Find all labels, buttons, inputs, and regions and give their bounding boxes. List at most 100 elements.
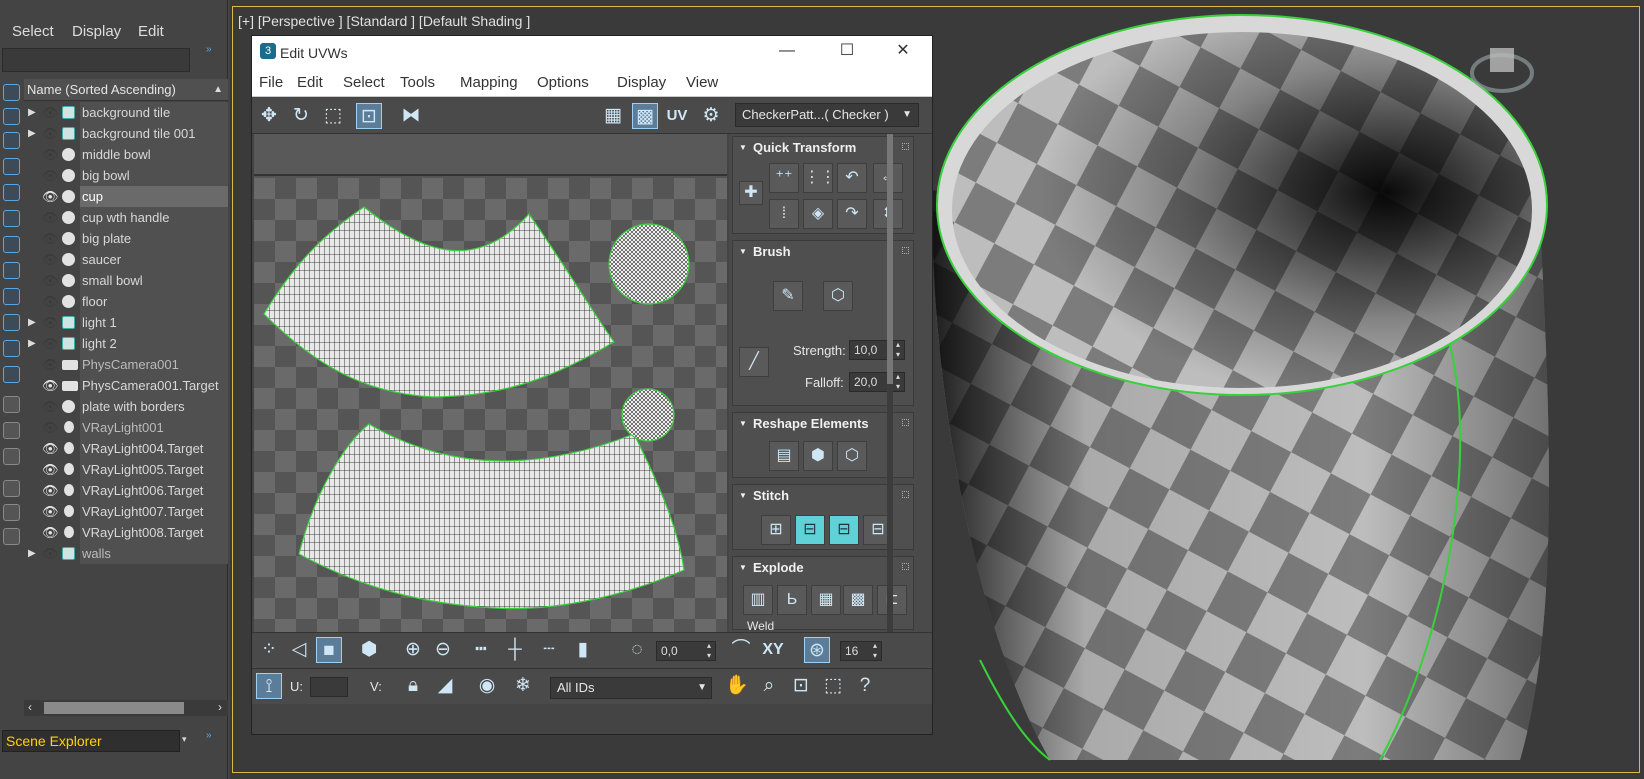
checker-display-icon[interactable]: ▦ — [600, 103, 626, 129]
falloff-distance-spinner[interactable]: 0,0 — [656, 641, 716, 661]
rollout-grip-icon[interactable] — [902, 491, 909, 498]
minimize-button[interactable]: — — [772, 40, 802, 62]
brush-line-icon[interactable]: ╱ — [739, 347, 769, 377]
visibility-eye-icon[interactable]: 👁︎ — [42, 438, 59, 459]
list-item[interactable]: 👁︎ PhysCamera001 — [24, 354, 228, 375]
pan-hand-icon[interactable]: ✋ — [724, 673, 750, 699]
relax-brush-icon[interactable]: ⬡ — [823, 281, 853, 311]
menu-edit[interactable]: Edit — [297, 74, 323, 91]
loop-grow-icon[interactable]: ┼ — [502, 637, 528, 663]
invert-display-icon[interactable] — [3, 448, 20, 465]
falloff-spinner[interactable]: 20,0 — [849, 372, 905, 392]
hide-icon[interactable]: ◢ — [432, 673, 458, 699]
uv-toggle-button[interactable]: UV — [664, 103, 690, 129]
funnel-icon[interactable] — [3, 504, 20, 521]
expand-arrow-icon[interactable]: ▶ — [28, 543, 36, 564]
element-select-icon[interactable]: ⬢ — [356, 637, 382, 663]
list-item[interactable]: 👁︎ PhysCamera001.Target — [24, 375, 228, 396]
menu-view[interactable]: View — [686, 74, 718, 91]
lights-filter-icon[interactable] — [3, 132, 20, 149]
close-button[interactable]: ✕ — [888, 40, 918, 62]
list-item[interactable]: 👁︎ VRayLight007.Target — [24, 501, 228, 522]
maximize-button[interactable]: ☐ — [832, 40, 862, 62]
list-item[interactable]: ▶ 👁︎ light 2 — [24, 333, 228, 354]
loop-shrink-icon[interactable]: ┄ — [536, 637, 562, 663]
menu-select[interactable]: Select — [343, 74, 385, 91]
visibility-eye-icon[interactable]: 👁︎ — [42, 312, 59, 333]
explorer-selector[interactable]: Scene Explorer — [2, 730, 180, 752]
strength-spinner[interactable]: 10,0 — [849, 340, 905, 360]
expand-arrow-icon[interactable]: ▶ — [28, 102, 36, 123]
lock-icon[interactable]: 🔒︎ — [400, 673, 426, 699]
visibility-eye-icon[interactable]: 👁︎ — [42, 417, 59, 438]
visibility-eye-icon[interactable]: 👁︎ — [42, 375, 59, 396]
paint-brush-icon[interactable]: ✎ — [773, 281, 803, 311]
menu-display[interactable]: Display — [72, 23, 121, 40]
shape-icon[interactable]: ⬡ — [837, 441, 867, 471]
horizontal-scrollbar[interactable]: ‹ › — [24, 700, 228, 716]
list-item[interactable]: 👁︎ big bowl — [24, 165, 228, 186]
visibility-eye-icon[interactable]: 👁︎ — [42, 207, 59, 228]
eye-icon[interactable]: ◉ — [474, 673, 500, 699]
break-icon[interactable]: ▥ — [743, 585, 773, 615]
scroll-right-icon[interactable]: › — [218, 700, 222, 714]
menu-select[interactable]: Select — [12, 23, 54, 40]
move-icon[interactable]: ✥ — [256, 103, 282, 129]
falloff-curve-icon[interactable]: ⌒ — [728, 637, 754, 663]
geometry-filter-icon[interactable] — [3, 84, 20, 101]
menu-file[interactable]: File — [259, 74, 283, 91]
scroll-left-icon[interactable]: ‹ — [28, 700, 32, 714]
visibility-eye-icon[interactable]: 👁︎ — [42, 102, 59, 123]
menu-mapping[interactable]: Mapping — [460, 74, 518, 91]
display-none-icon[interactable] — [3, 422, 20, 439]
visibility-eye-icon[interactable]: 👁︎ — [42, 396, 59, 417]
list-item[interactable]: 👁︎ VRayLight008.Target — [24, 522, 228, 543]
align-to-grid-icon[interactable]: ◈ — [803, 199, 833, 229]
list-item[interactable]: ▶ 👁︎ light 1 — [24, 312, 228, 333]
shrink-selection-icon[interactable]: ⊖ — [430, 637, 456, 663]
expand-arrow-icon[interactable]: ▶ — [28, 333, 36, 354]
visibility-eye-icon[interactable]: 👁︎ — [42, 123, 59, 144]
menu-options[interactable]: Options — [537, 74, 589, 91]
xrefs-filter-icon[interactable] — [3, 262, 20, 279]
filter-icon[interactable] — [3, 480, 20, 497]
scale-icon[interactable]: ⬚ — [320, 103, 346, 129]
list-item[interactable]: ▶ 👁︎ walls — [24, 543, 228, 564]
dropdown-arrow-icon[interactable]: ▾ — [182, 734, 187, 745]
list-item[interactable]: 👁︎ big plate — [24, 228, 228, 249]
list-item[interactable]: 👁︎ cup — [24, 186, 228, 207]
stitch-to-target-icon[interactable]: ⊟ — [795, 515, 825, 545]
help-icon[interactable]: ? — [852, 673, 878, 699]
rollout-scrollbar[interactable] — [887, 134, 893, 694]
visibility-eye-icon[interactable]: 👁︎ — [42, 333, 59, 354]
display-all-icon[interactable] — [3, 396, 20, 413]
explode-header[interactable]: Explode — [733, 557, 913, 579]
visibility-eye-icon[interactable]: 👁︎ — [42, 270, 59, 291]
space-vertical-icon[interactable]: ⋮⋮ — [803, 163, 836, 193]
expand-arrow-icon[interactable]: ▶ — [28, 312, 36, 333]
visibility-eye-icon[interactable]: 👁︎ — [42, 501, 59, 522]
list-item[interactable]: 👁︎ small bowl — [24, 270, 228, 291]
groups-filter-icon[interactable] — [3, 236, 20, 253]
layer-icon[interactable] — [3, 528, 20, 545]
soft-selection-icon[interactable]: ◌ — [624, 637, 650, 663]
uv-editor-canvas[interactable] — [254, 134, 727, 694]
menu-tools[interactable]: Tools — [400, 74, 435, 91]
column-header[interactable]: Name (Sorted Ascending) ▲ — [24, 79, 228, 101]
stitch-header[interactable]: Stitch — [733, 485, 913, 507]
vertex-select-icon[interactable]: ⁘ — [256, 637, 282, 663]
stitch-average-icon[interactable]: ⊟ — [829, 515, 859, 545]
polygon-select-icon[interactable]: ■ — [316, 637, 342, 663]
align-center-icon[interactable]: ✚ — [739, 181, 763, 205]
expand-icon[interactable]: » — [206, 44, 212, 55]
texture-settings-icon[interactable]: ⚙ — [698, 103, 724, 129]
list-item[interactable]: 👁︎ VRayLight004.Target — [24, 438, 228, 459]
container-filter-icon[interactable] — [3, 314, 20, 331]
freeze-icon[interactable]: ❄ — [510, 673, 536, 699]
flatten-by-smoothing-icon[interactable]: ▩ — [843, 585, 873, 615]
cameras-filter-icon[interactable] — [3, 158, 20, 175]
rollout-grip-icon[interactable] — [902, 419, 909, 426]
search-input[interactable] — [2, 48, 190, 72]
list-item[interactable]: ▶ 👁︎ background tile 001 — [24, 123, 228, 144]
expand-icon[interactable]: » — [206, 730, 212, 741]
